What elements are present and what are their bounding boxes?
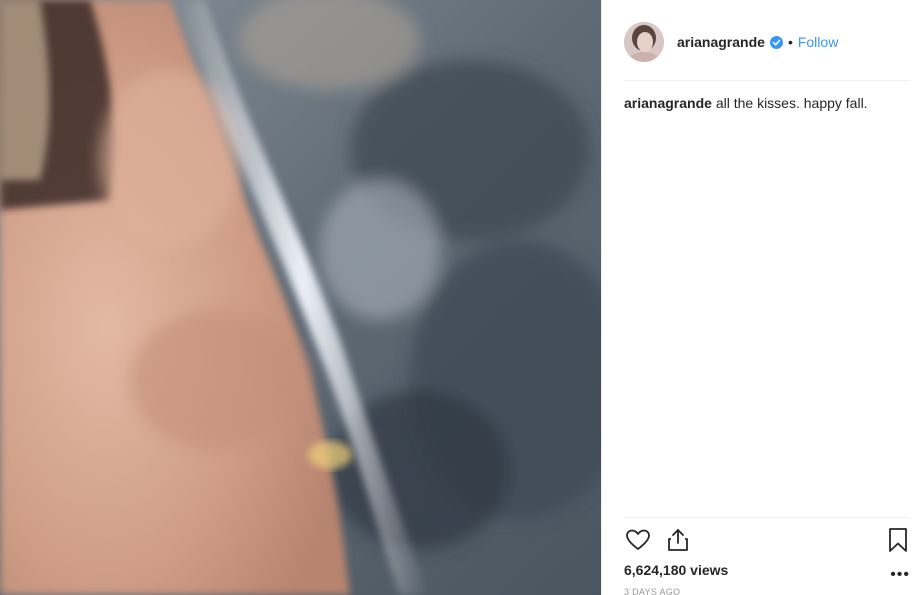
verified-badge-icon: [769, 35, 783, 49]
avatar-image: [624, 22, 664, 62]
more-options-button[interactable]: •••: [890, 566, 910, 584]
header-divider: [624, 80, 910, 81]
share-icon[interactable]: [664, 526, 692, 554]
caption-text: all the kisses. happy fall.: [711, 95, 868, 111]
post-header: arianagrande • Follow: [624, 18, 910, 66]
author-username[interactable]: arianagrande: [677, 34, 765, 50]
caption-username[interactable]: arianagrande: [624, 95, 712, 111]
post-sidebar: arianagrande • Follow arianagrande all t…: [601, 0, 924, 595]
post-timestamp[interactable]: 3 DAYS AGO: [624, 587, 680, 595]
header-separator: •: [787, 34, 793, 50]
video-frame-image: [0, 0, 601, 595]
post-caption: arianagrande all the kisses. happy fall.: [624, 94, 910, 112]
heart-icon[interactable]: [624, 526, 652, 554]
follow-button[interactable]: Follow: [798, 34, 838, 50]
action-bar: [624, 526, 910, 556]
view-count[interactable]: 6,624,180 views: [624, 562, 728, 578]
author-avatar[interactable]: [624, 22, 664, 62]
bookmark-icon[interactable]: [884, 526, 912, 554]
post-video[interactable]: [0, 0, 601, 595]
instagram-post: arianagrande • Follow arianagrande all t…: [0, 0, 924, 595]
actions-divider: [624, 517, 910, 518]
